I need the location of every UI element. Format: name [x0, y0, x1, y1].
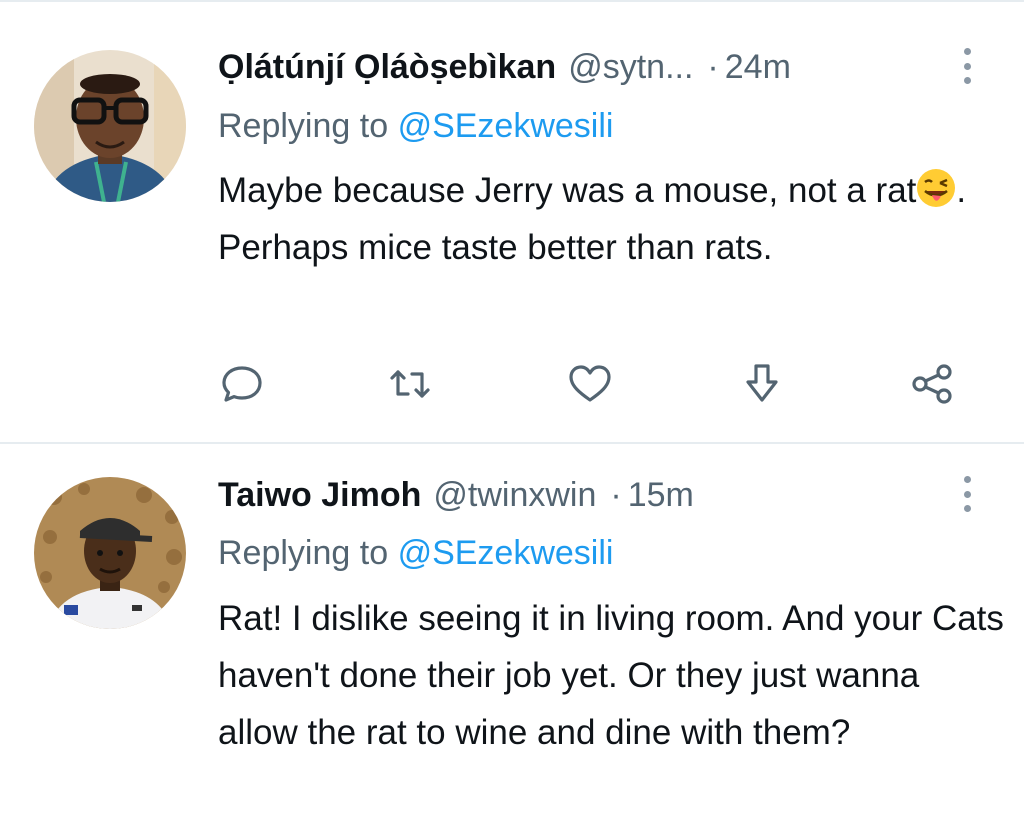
separator: · — [610, 476, 622, 514]
author-name[interactable]: Ọlátúnjí Ọláòṣebìkan — [218, 44, 556, 90]
more-options-icon[interactable] — [960, 474, 974, 514]
replying-prefix: Replying to — [218, 107, 389, 145]
avatar-image — [34, 50, 186, 202]
tweet-actions — [218, 360, 978, 408]
replying-prefix: Replying to — [218, 534, 389, 572]
share-icon[interactable] — [908, 360, 956, 408]
timestamp[interactable]: 24m — [725, 44, 791, 90]
reply-icon[interactable] — [218, 360, 266, 408]
tweet-header: Ọlátúnjí Ọláòṣebìkan @sytn... · 24m — [218, 44, 944, 90]
mention-link[interactable]: @SEzekwesili — [398, 534, 614, 572]
avatar-image — [34, 477, 186, 629]
more-options-icon[interactable] — [960, 46, 974, 86]
avatar[interactable] — [34, 477, 186, 629]
winking-face-with-tongue-icon — [916, 168, 956, 208]
tweet-text: Maybe because Jerry was a mouse, not a r… — [218, 162, 1008, 276]
tweet-text-part1: Maybe because Jerry was a mouse, not a r… — [218, 171, 917, 210]
author-handle[interactable]: @sytn... — [568, 44, 693, 90]
tweet-text: Rat! I dislike seeing it in living room.… — [218, 599, 1004, 752]
tweet-header: Taiwo Jimoh @twinxwin · 15m — [218, 472, 944, 518]
separator: · — [707, 48, 719, 86]
avatar[interactable] — [34, 50, 186, 202]
retweet-icon[interactable] — [386, 360, 434, 408]
mention-link[interactable]: @SEzekwesili — [398, 107, 614, 145]
author-handle[interactable]: @twinxwin — [433, 472, 596, 518]
download-icon[interactable] — [738, 360, 786, 408]
author-name[interactable]: Taiwo Jimoh — [218, 472, 421, 518]
replying-to: Replying to @SEzekwesili — [218, 103, 613, 149]
like-icon[interactable] — [566, 360, 614, 408]
timestamp[interactable]: 15m — [628, 472, 694, 518]
replying-to: Replying to @SEzekwesili — [218, 530, 613, 576]
tweet-2[interactable]: Taiwo Jimoh @twinxwin · 15m Replying to … — [0, 444, 1024, 825]
tweet-1[interactable]: Ọlátúnjí Ọláòṣebìkan @sytn... · 24m Repl… — [0, 0, 1024, 442]
